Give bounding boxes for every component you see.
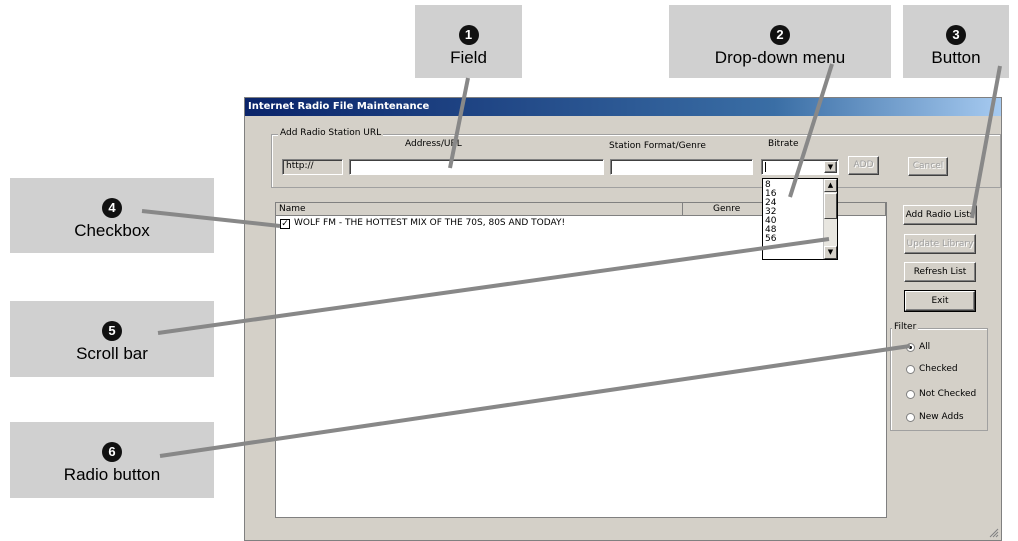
column-header-label: Genre bbox=[713, 204, 741, 214]
station-format-field[interactable] bbox=[610, 159, 753, 175]
bitrate-dropdown-list[interactable]: 8 16 24 32 40 48 56 ▲ ▼ bbox=[762, 178, 838, 260]
station-checkbox[interactable]: ✓ bbox=[280, 219, 290, 229]
checkmark-icon: ✓ bbox=[281, 219, 289, 229]
radio-maintenance-window: Internet Radio File Maintenance Add Radi… bbox=[244, 97, 1002, 541]
url-prefix-box: http:// bbox=[282, 159, 343, 175]
callout-number: 1 bbox=[458, 25, 479, 45]
callout-drop-down-menu: 2 Drop-down menu bbox=[669, 5, 891, 78]
add-station-legend: Add Radio Station URL bbox=[278, 128, 384, 138]
format-label: Station Format/Genre bbox=[609, 141, 706, 151]
window-title: Internet Radio File Maintenance bbox=[248, 101, 430, 112]
callout-button: 3 Button bbox=[903, 5, 1009, 78]
callout-number: 6 bbox=[102, 442, 122, 462]
add-radio-lists-button[interactable]: Add Radio Lists bbox=[903, 205, 977, 225]
filter-radio-not-checked[interactable] bbox=[906, 390, 915, 399]
bitrate-option[interactable]: 40 bbox=[765, 217, 776, 226]
dropdown-scrollbar[interactable]: ▲ ▼ bbox=[823, 179, 837, 259]
callout-label: Button bbox=[931, 48, 981, 67]
filter-label-checked: Checked bbox=[919, 364, 958, 374]
update-library-button[interactable]: Update Library bbox=[904, 234, 976, 254]
filter-radio-all[interactable] bbox=[906, 343, 915, 352]
bitrate-option[interactable]: 32 bbox=[765, 208, 776, 217]
resize-grip-icon[interactable] bbox=[989, 528, 999, 538]
exit-button[interactable]: Exit bbox=[904, 290, 976, 312]
scroll-down-button[interactable]: ▼ bbox=[824, 246, 837, 259]
callout-label: Drop-down menu bbox=[714, 48, 846, 67]
callout-number: 4 bbox=[102, 198, 122, 218]
callout-field: 1 Field bbox=[415, 5, 522, 78]
window-title-bar[interactable]: Internet Radio File Maintenance bbox=[245, 98, 1001, 116]
callout-number: 2 bbox=[770, 25, 790, 45]
cancel-button[interactable]: Cancel bbox=[908, 157, 948, 176]
url-prefix-text: http:// bbox=[286, 161, 314, 171]
filter-radio-checked[interactable] bbox=[906, 365, 915, 374]
address-url-field[interactable] bbox=[349, 159, 604, 175]
callout-label: Field bbox=[450, 48, 487, 67]
station-name: WOLF FM - THE HOTTEST MIX OF THE 70S, 80… bbox=[294, 218, 566, 228]
filter-label-all: All bbox=[919, 342, 931, 352]
column-header-label: Name bbox=[279, 204, 306, 214]
chevron-down-icon: ▼ bbox=[827, 163, 834, 171]
filter-radio-new-adds[interactable] bbox=[906, 413, 915, 422]
refresh-list-button[interactable]: Refresh List bbox=[904, 262, 976, 282]
add-button[interactable]: ADD bbox=[848, 156, 879, 175]
bitrate-option[interactable]: 48 bbox=[765, 226, 776, 235]
filter-legend: Filter bbox=[892, 322, 919, 332]
callout-number: 5 bbox=[102, 321, 122, 341]
callout-radio-button: 6 Radio button bbox=[10, 422, 214, 498]
callout-number: 3 bbox=[946, 25, 966, 45]
bitrate-option[interactable]: 8 bbox=[765, 181, 771, 190]
filter-label-not-checked: Not Checked bbox=[919, 389, 977, 399]
chevron-up-icon: ▲ bbox=[827, 181, 834, 189]
bitrate-dropdown[interactable]: ▼ bbox=[761, 159, 839, 175]
callout-label: Checkbox bbox=[74, 221, 150, 240]
filter-label-new-adds: New Adds bbox=[919, 412, 964, 422]
callout-scroll-bar: 5 Scroll bar bbox=[10, 301, 214, 377]
scroll-up-button[interactable]: ▲ bbox=[824, 179, 837, 192]
bitrate-option[interactable]: 16 bbox=[765, 190, 776, 199]
chevron-down-icon: ▼ bbox=[827, 248, 834, 256]
callout-label: Scroll bar bbox=[76, 344, 148, 363]
dropdown-arrow-button[interactable]: ▼ bbox=[824, 161, 837, 173]
bitrate-label: Bitrate bbox=[768, 139, 799, 149]
address-label: Address/URL bbox=[405, 139, 462, 149]
callout-checkbox: 4 Checkbox bbox=[10, 178, 214, 253]
callout-label: Radio button bbox=[63, 465, 161, 484]
column-header-name[interactable]: Name bbox=[276, 203, 683, 216]
bitrate-option[interactable]: 56 bbox=[765, 235, 776, 244]
scrollbar-thumb[interactable] bbox=[824, 193, 837, 219]
bitrate-option[interactable]: 24 bbox=[765, 199, 776, 208]
text-caret bbox=[765, 162, 766, 172]
